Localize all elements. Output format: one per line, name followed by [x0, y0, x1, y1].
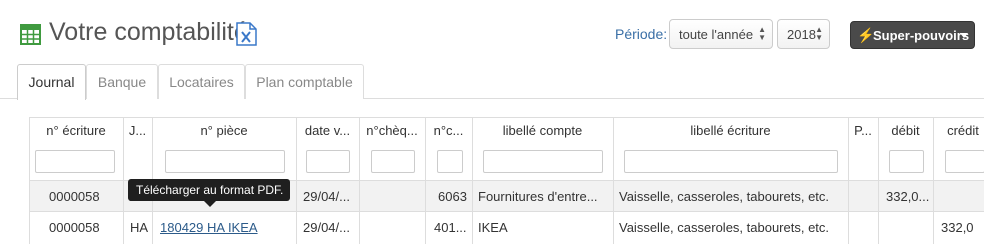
super-pouvoirs-label: Super-pouvoirs — [873, 28, 970, 43]
cell-date: 29/04/... — [303, 189, 350, 204]
periode-label: Période: — [615, 26, 668, 42]
excel-export-icon[interactable] — [236, 22, 257, 46]
piece-pdf-link[interactable]: 180429 HA IKEA — [160, 220, 258, 235]
caret-down-icon — [960, 33, 968, 38]
col-header-libelle-compte[interactable]: libellé compte — [472, 123, 613, 138]
year-select-value: 2018 — [787, 27, 816, 42]
filter-libelle-ecriture-input[interactable] — [624, 150, 838, 173]
filter-piece-input[interactable] — [165, 150, 285, 173]
cell-compte: 6063 — [438, 189, 467, 204]
cell-compte: 401... — [434, 220, 467, 235]
cell-ecriture: 0000058 — [49, 220, 100, 235]
cell-debit: 332,0... — [886, 189, 930, 204]
cell-credit: 332,0 — [941, 220, 974, 235]
col-header-libelle-ecriture[interactable]: libellé écriture — [613, 123, 848, 138]
table-border — [29, 117, 984, 118]
col-header-compte[interactable]: n°c... — [425, 123, 472, 138]
cell-libelle-ecriture: Vaisselle, casseroles, tabourets, etc. — [619, 189, 830, 204]
col-header-piece[interactable]: n° pièce — [152, 123, 296, 138]
tab-journal[interactable]: Journal — [17, 64, 86, 100]
cell-ecriture: 0000058 — [49, 189, 100, 204]
year-select[interactable]: 2018 ▲ ▼ — [777, 19, 830, 49]
col-header-date[interactable]: date v... — [296, 123, 359, 138]
filter-date-input[interactable] — [306, 150, 350, 173]
filter-debit-input[interactable] — [889, 150, 924, 173]
cell-libelle-ecriture: Vaisselle, casseroles, tabourets, etc. — [619, 220, 830, 235]
super-pouvoirs-button[interactable]: ⚡ Super-pouvoirs — [850, 21, 975, 49]
col-header-journal[interactable]: J... — [123, 123, 152, 138]
col-header-credit[interactable]: crédit — [933, 123, 984, 138]
cell-date: 29/04/... — [303, 220, 350, 235]
filter-compte-input[interactable] — [437, 150, 463, 173]
page-title: Votre comptabilité — [49, 18, 248, 46]
spreadsheet-icon — [20, 24, 41, 45]
col-header-cheque[interactable]: n°chèq... — [359, 123, 425, 138]
cell-libelle-compte: IKEA — [478, 220, 508, 235]
select-arrows-icon: ▲ ▼ — [815, 25, 823, 42]
table-row[interactable]: 0000058 HA 180429 HA IKEA 29/04/... 401.… — [29, 212, 984, 242]
cell-libelle-compte: Fournitures d'entre... — [478, 189, 598, 204]
bolt-icon: ⚡ — [857, 27, 875, 43]
col-header-debit[interactable]: débit — [878, 123, 933, 138]
filter-libelle-compte-input[interactable] — [483, 150, 603, 173]
tab-plan-comptable[interactable]: Plan comptable — [245, 64, 364, 99]
filter-cheque-input[interactable] — [371, 150, 415, 173]
period-select-value: toute l'année — [679, 27, 754, 42]
col-header-ecriture[interactable]: n° écriture — [29, 123, 123, 138]
tab-locataires[interactable]: Locataires — [158, 64, 245, 99]
filter-credit-input[interactable] — [945, 150, 984, 173]
select-arrows-icon: ▲ ▼ — [758, 25, 766, 42]
period-select[interactable]: toute l'année ▲ ▼ — [669, 19, 773, 49]
col-header-p[interactable]: P... — [848, 123, 878, 138]
cell-journal: HA — [130, 220, 149, 235]
download-pdf-tooltip: Télécharger au format PDF. — [128, 179, 290, 207]
filter-ecriture-input[interactable] — [35, 150, 115, 173]
tab-banque[interactable]: Banque — [86, 64, 158, 99]
